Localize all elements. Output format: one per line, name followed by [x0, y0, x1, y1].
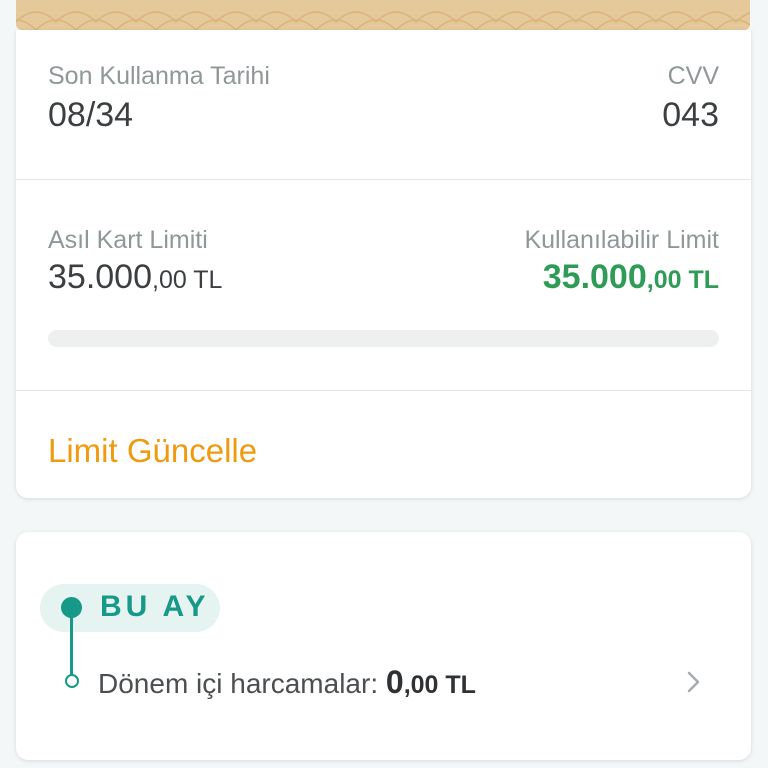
period-spending-label: Dönem içi harcamalar:: [98, 668, 379, 699]
chevron-right-icon: [687, 671, 700, 693]
limit-usage-bar: [48, 330, 719, 347]
available-limit-int: 35.000: [542, 258, 647, 296]
main-limit-int: 35.000: [48, 258, 152, 296]
expiry-label: Son Kullanma Tarihi: [48, 62, 270, 90]
available-limit-amount: 35.000,00 TL: [543, 258, 719, 297]
available-limit-dec: ,00 TL: [646, 266, 719, 294]
period-spending-row[interactable]: Dönem içi harcamalar: 0,00 TL: [16, 656, 751, 708]
this-month-panel: BU AY Dönem içi harcamalar: 0,00 TL: [16, 532, 751, 760]
period-spending-dec: ,00 TL: [403, 671, 476, 699]
available-limit-label: Kullanılabilir Limit: [524, 226, 719, 254]
main-limit-label: Asıl Kart Limiti: [48, 226, 208, 254]
main-limit-amount: 35.000,00 TL: [48, 258, 222, 297]
expiry-value: 08/34: [48, 96, 134, 134]
cvv-value: 043: [662, 96, 719, 134]
cvv-label: CVV: [667, 62, 719, 90]
main-limit-dec: ,00 TL: [152, 266, 223, 294]
card-details-panel: Son Kullanma Tarihi 08/34 CVV 043 Asıl K…: [16, 30, 751, 498]
divider: [16, 390, 751, 391]
period-spending-text: Dönem içi harcamalar: 0,00 TL: [98, 664, 476, 701]
period-spending-int: 0: [385, 664, 404, 700]
this-month-title: BU AY: [100, 590, 210, 623]
update-limit-link[interactable]: Limit Güncelle: [48, 432, 257, 470]
divider: [16, 179, 751, 180]
card-image-bottom: [16, 0, 750, 30]
timeline-dot-icon: [61, 597, 82, 618]
